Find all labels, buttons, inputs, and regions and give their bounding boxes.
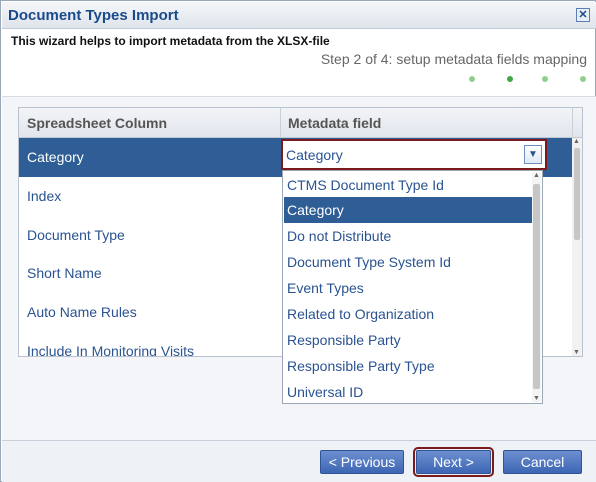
grid-scrollbar[interactable]: ▲ ▼ [572, 138, 582, 356]
row-label: Document Type [27, 227, 125, 243]
step-dot-4 [580, 76, 586, 82]
metadata-field-select[interactable]: Category ▼ [281, 139, 547, 170]
step-dot-2 [507, 76, 513, 82]
dropdown-option[interactable]: Category [284, 197, 532, 223]
import-dialog: Document Types Import ✕ This wizard help… [0, 0, 596, 482]
chevron-down-icon[interactable]: ▼ [524, 145, 542, 164]
column-separator [280, 108, 281, 138]
step-dot-3 [542, 76, 548, 82]
dropdown-option[interactable]: Do not Distribute [284, 223, 532, 249]
wizard-step-text: Step 2 of 4: setup metadata fields mappi… [320, 51, 587, 67]
scroll-down-icon[interactable]: ▼ [573, 349, 580, 356]
dialog-title: Document Types Import [8, 7, 179, 24]
row-label: Index [27, 188, 62, 204]
row-label: Auto Name Rules [27, 304, 137, 320]
previous-button[interactable]: < Previous [320, 450, 404, 474]
dropdown-option[interactable]: Universal ID [284, 379, 532, 405]
scrollbar-thumb[interactable] [574, 148, 580, 240]
dialog-titlebar: Document Types Import ✕ [2, 2, 596, 29]
dropdown-option[interactable]: Responsible Party [284, 327, 532, 353]
dropdown-option[interactable]: CTMS Document Type Id [284, 172, 532, 198]
close-icon[interactable]: ✕ [576, 8, 590, 22]
row-label: Include In Monitoring Visits [27, 343, 195, 357]
scroll-up-icon[interactable]: ▲ [573, 138, 580, 145]
select-value: Category [286, 147, 343, 163]
dropdown-option[interactable]: Responsible Party Type [284, 353, 532, 379]
scroll-down-icon[interactable]: ▼ [533, 395, 540, 402]
column-header-metadata[interactable]: Metadata field [288, 115, 381, 131]
scrollbar-thumb[interactable] [533, 184, 540, 389]
row-label: Category [27, 149, 84, 165]
dropdown-scrollbar[interactable]: ▲ ▼ [532, 172, 541, 402]
scroll-up-icon[interactable]: ▲ [533, 172, 540, 179]
wizard-intro: This wizard helps to import metadata fro… [11, 34, 330, 48]
step-dot-1 [469, 76, 475, 82]
dropdown-option[interactable]: Event Types [284, 275, 532, 301]
column-separator [572, 108, 573, 138]
metadata-field-dropdown: CTMS Document Type Id Category Do not Di… [282, 170, 543, 404]
dropdown-option[interactable]: Related to Organization [284, 301, 532, 327]
next-button[interactable]: Next > [413, 447, 494, 477]
column-header-spreadsheet[interactable]: Spreadsheet Column [27, 115, 167, 131]
grid-header: Spreadsheet Column Metadata field [19, 108, 582, 138]
cancel-button[interactable]: Cancel [503, 450, 582, 474]
row-label: Short Name [27, 265, 102, 281]
dropdown-option[interactable]: Document Type System Id [284, 249, 532, 275]
